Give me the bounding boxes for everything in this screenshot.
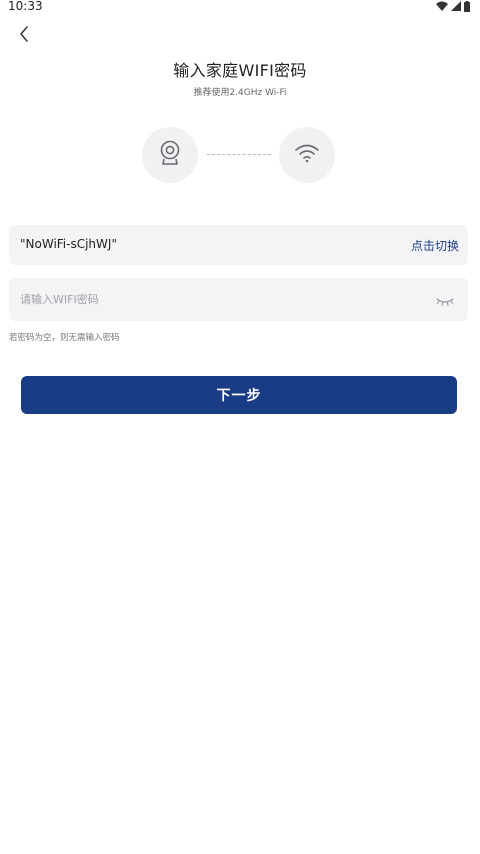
wifi-icon (436, 1, 448, 11)
chevron-left-icon (19, 26, 29, 46)
password-hint: 若密码为空，则无需输入密码 (9, 333, 120, 343)
wifi-icon (294, 143, 320, 167)
eye-closed-icon[interactable] (436, 292, 454, 307)
connection-dash-line (207, 154, 271, 155)
status-bar: 10:33 (0, 0, 480, 14)
status-icons (436, 0, 470, 12)
camera-icon (159, 140, 181, 170)
cellular-signal-icon (451, 1, 461, 11)
back-button[interactable] (14, 26, 34, 46)
password-input[interactable] (20, 289, 420, 309)
camera-device-badge (142, 127, 198, 183)
switch-network-link[interactable]: 点击切换 (411, 237, 459, 254)
ssid-label: "NoWiFi-sCjhWJ" (20, 237, 117, 251)
page-subtitle: 推荐使用2.4GHz Wi-Fi (193, 88, 287, 98)
password-row (9, 278, 468, 321)
status-time: 10:33 (8, 0, 43, 13)
page-title: 输入家庭WIFI密码 (173, 61, 307, 80)
battery-icon (464, 0, 470, 12)
next-button[interactable]: 下一步 (21, 376, 457, 414)
ssid-row: "NoWiFi-sCjhWJ" 点击切换 (9, 225, 468, 265)
router-device-badge (279, 127, 335, 183)
